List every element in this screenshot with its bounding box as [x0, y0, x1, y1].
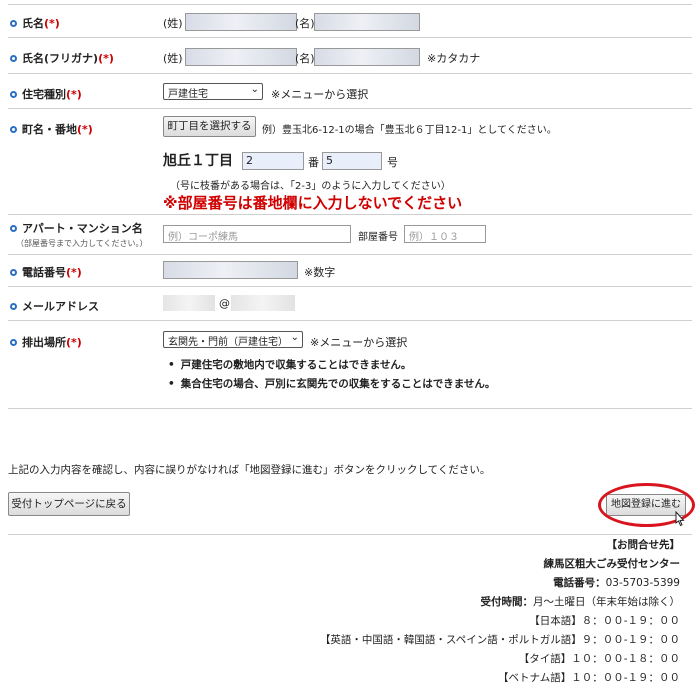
kana-mei-label: (名) — [295, 52, 315, 65]
contact-hours: 月～土曜日（年末年始は除く） — [533, 596, 680, 608]
email-local-value — [163, 295, 215, 311]
row-email: メールアドレス @ — [8, 287, 692, 321]
row-housing: 住宅種別(*) 戸建住宅 ⌄ ※メニューから選択 — [8, 74, 692, 109]
circle-bullet-icon — [10, 20, 17, 27]
town-name: 旭丘１丁目 — [163, 153, 233, 169]
circle-bullet-icon — [10, 55, 17, 62]
contact-hours-line: 【英語・中国語・韓国語・スペイン語・ポルトガル語】９：００-１９：００ — [319, 634, 680, 646]
row-name: 氏名(*) (姓) (名) — [8, 5, 692, 38]
kana-note: ※カタカナ — [427, 52, 481, 65]
go-input[interactable]: 5 — [322, 152, 382, 170]
location-note: ※メニューから選択 — [310, 336, 408, 349]
contact-phone: 03-5703-5399 — [605, 577, 680, 589]
list-item: 集合住宅の場合、戸別に玄関先での収集をすることはできません。 — [168, 376, 496, 391]
ban-label: 番 — [308, 156, 319, 169]
apartment-label: アパート・マンション名 — [10, 220, 143, 236]
mouse-cursor-icon — [675, 511, 685, 527]
kana-label: 氏名(フリガナ)(*) — [10, 50, 114, 66]
go-label: 号 — [387, 156, 398, 169]
phone-label: 電話番号(*) — [10, 264, 82, 280]
contact-hours-line: 【タイ語】１０：００-１８：００ — [518, 653, 680, 665]
phone-note: ※数字 — [304, 266, 336, 279]
housing-note: ※メニューから選択 — [271, 88, 369, 101]
instruction-text: 上記の入力内容を確認し、内容に誤りがなければ「地図登録に進む」ボタンをクリックし… — [8, 464, 491, 476]
kana-mei-input[interactable] — [314, 48, 420, 66]
address-hint: （号に枝番がある場合は、「2-3」のように入力してください） — [170, 181, 451, 192]
circle-bullet-icon — [10, 91, 17, 98]
row-phone: 電話番号(*) ※数字 — [8, 255, 692, 287]
ban-input[interactable]: 2 — [242, 152, 304, 170]
contact-hours-line: 【ベトナム語】１０：００-１９：００ — [498, 672, 680, 684]
chevron-down-icon: ⌄ — [250, 84, 259, 95]
email-label: メールアドレス — [10, 298, 99, 314]
list-item: 戸建住宅の敷地内で収集することはできません。 — [168, 357, 495, 372]
mei-label: (名) — [295, 17, 315, 30]
contact-center: 練馬区粗大ごみ受付センター — [543, 558, 681, 570]
housing-selected-value: 戸建住宅 — [168, 89, 208, 100]
location-notes-list: 戸建住宅の敷地内で収集することはできません。 集合住宅の場合、戸別に玄関先での収… — [168, 357, 496, 395]
circle-bullet-icon — [10, 269, 17, 276]
location-selected-value: 玄関先・門前（戸建住宅） — [168, 337, 288, 348]
row-address: 町名・番地(*) 町丁目を選択する 例）豊玉北6-12-1の場合「豊玉北６丁目1… — [8, 109, 692, 215]
room-number-warning: ※部屋番号は番地欄に入力しないでください — [163, 194, 463, 212]
contact-heading: 【お問合せ先】 — [606, 539, 681, 551]
footer-divider — [8, 534, 692, 535]
email-at: @ — [219, 297, 230, 310]
room-number-label: 部屋番号 — [358, 232, 398, 243]
row-apartment: アパート・マンション名 （部屋番号まで入力してください。） 例）コーポ練馬 部屋… — [8, 215, 692, 255]
housing-select[interactable]: 戸建住宅 ⌄ — [163, 83, 263, 100]
address-label: 町名・番地(*) — [10, 121, 93, 137]
room-number-input[interactable]: 例）１０３ — [404, 225, 486, 243]
kana-sei-input[interactable] — [185, 48, 297, 66]
chevron-down-icon: ⌄ — [290, 332, 299, 343]
row-kana: 氏名(フリガナ)(*) (姓) (名) ※カタカナ — [8, 38, 692, 74]
row-location: 排出場所(*) 玄関先・門前（戸建住宅）⌄ ※メニューから選択 戸建住宅の敷地内… — [8, 321, 692, 409]
kana-sei-label: (姓) — [163, 52, 183, 65]
email-domain-value — [231, 295, 295, 311]
circle-bullet-icon — [10, 339, 17, 346]
sei-label: (姓) — [163, 17, 183, 30]
name-label: 氏名(*) — [10, 15, 60, 31]
contact-info: 【お問合せ先】 練馬区粗大ごみ受付センター 電話番号：03-5703-5399 … — [320, 536, 680, 688]
back-to-top-button[interactable]: 受付トップページに戻る — [8, 492, 130, 516]
apartment-input[interactable]: 例）コーポ練馬 — [163, 225, 351, 243]
contact-hours-line: 【日本語】８：００-１９：００ — [529, 615, 680, 627]
apartment-sublabel: （部屋番号まで入力してください。） — [16, 239, 148, 248]
location-label: 排出場所(*) — [10, 334, 82, 350]
address-example: 例）豊玉北6-12-1の場合「豊玉北６丁目12-1」としてください。 — [262, 125, 557, 136]
housing-label: 住宅種別(*) — [10, 86, 82, 102]
circle-bullet-icon — [10, 126, 17, 133]
sei-input[interactable] — [185, 13, 297, 31]
select-town-button[interactable]: 町丁目を選択する — [163, 116, 256, 137]
contact-hours-label: 受付時間： — [480, 596, 534, 608]
location-select[interactable]: 玄関先・門前（戸建住宅） ⌄ — [163, 331, 303, 348]
mei-input[interactable] — [314, 13, 420, 31]
circle-bullet-icon — [10, 303, 17, 310]
circle-bullet-icon — [10, 225, 17, 232]
phone-input[interactable] — [163, 261, 298, 279]
contact-phone-label: 電話番号： — [553, 577, 606, 589]
